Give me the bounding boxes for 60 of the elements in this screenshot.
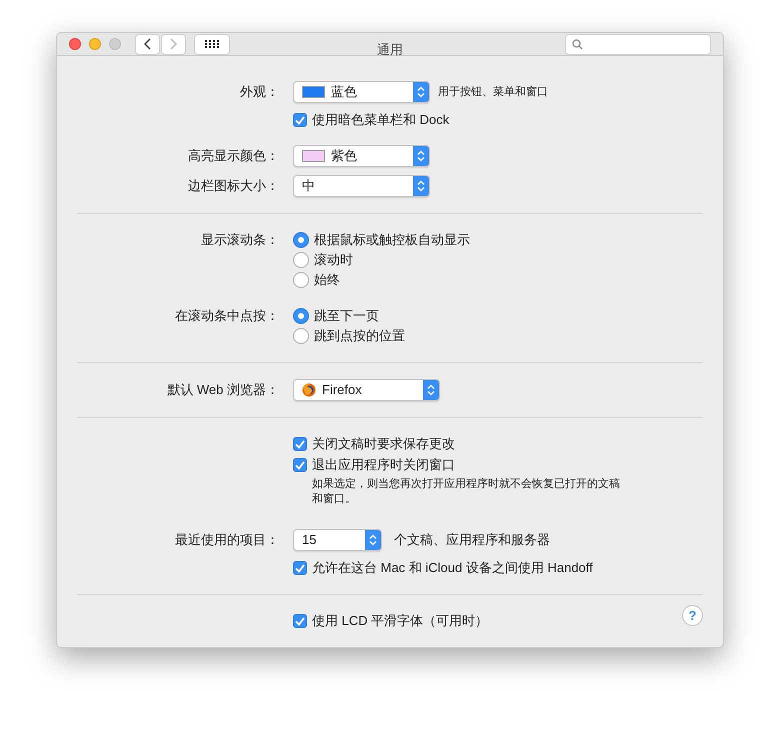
stepper-arrows-icon [365, 530, 381, 550]
checkbox[interactable] [293, 614, 307, 628]
popup-value: 15 [302, 531, 316, 550]
checkmark-icon [295, 460, 305, 470]
radio-button[interactable] [293, 252, 309, 268]
radio-option[interactable]: 跳到点按的位置 [293, 326, 405, 346]
radio-button[interactable] [293, 308, 309, 324]
popup-value: 中 [302, 177, 315, 196]
checkbox-option[interactable]: 允许在这台 Mac 和 iCloud 设备之间使用 Handoff [293, 558, 593, 578]
checkmark-icon [295, 440, 305, 448]
checkbox-option[interactable]: 关闭文稿时要求保存更改 [293, 434, 455, 454]
setting-label: 高亮显示颜色： [188, 147, 279, 166]
radio-button[interactable] [293, 328, 309, 344]
popup-caption: 个文稿、应用程序和服务器 [394, 531, 550, 550]
setting-label: 最近使用的项目： [175, 531, 279, 550]
radio-button[interactable] [293, 272, 309, 288]
radio-option[interactable]: 根据鼠标或触控板自动显示 [293, 230, 470, 250]
popup-caption: 用于按钮、菜单和窗口 [438, 84, 548, 100]
setting-label: 外观： [240, 83, 279, 102]
show-all-button[interactable] [194, 34, 230, 54]
help-text: 如果选定，则当您再次打开应用程序时就不会恢复已打开的文稿和窗口。 [312, 477, 621, 507]
checkbox[interactable] [293, 458, 307, 472]
checkbox-option[interactable]: 使用 LCD 平滑字体（可用时） [293, 611, 488, 631]
stepper-arrows-icon [423, 380, 439, 400]
chevron-left-icon [144, 38, 151, 50]
stepper-arrows-icon [413, 82, 429, 102]
radio-button[interactable] [293, 232, 309, 248]
checkmark-icon [295, 616, 305, 626]
checkbox[interactable] [293, 561, 307, 575]
popup-menu[interactable]: 中 [293, 175, 430, 197]
checkbox-option[interactable]: 使用暗色菜单栏和 Dock [293, 110, 450, 130]
checkbox[interactable] [293, 113, 307, 127]
grid-icon [205, 40, 219, 48]
popup-menu[interactable]: 蓝色 [293, 81, 430, 103]
browser-globe-icon [302, 383, 316, 397]
checkbox-option[interactable]: 退出应用程序时关闭窗口 [293, 455, 455, 475]
setting-label: 边栏图标大小： [188, 177, 279, 196]
back-button[interactable] [135, 34, 160, 54]
radio-option[interactable]: 滚动时 [293, 250, 470, 270]
popup-menu[interactable]: 15 [293, 529, 382, 551]
popup-value: 紫色 [331, 147, 357, 166]
popup-menu[interactable]: 紫色 [293, 145, 430, 167]
setting-label: 在滚动条中点按： [175, 307, 279, 326]
radio-option[interactable]: 始终 [293, 270, 470, 290]
checkbox[interactable] [293, 437, 307, 451]
stepper-arrows-icon [413, 146, 429, 166]
chevron-right-icon [170, 38, 177, 50]
search-field[interactable] [565, 34, 711, 54]
setting-label: 默认 Web 浏览器： [167, 381, 279, 400]
stepper-arrows-icon [413, 176, 429, 196]
popup-value: Firefox [322, 381, 362, 400]
close-button[interactable] [69, 38, 81, 50]
search-icon [572, 38, 583, 50]
window-title: 通用 [377, 41, 403, 59]
popup-value: 蓝色 [331, 83, 357, 102]
setting-label: 显示滚动条： [201, 231, 279, 250]
radio-option[interactable]: 跳至下一页 [293, 306, 405, 326]
checkmark-icon [295, 116, 305, 124]
popup-menu[interactable]: Firefox [293, 379, 440, 401]
checkmark-icon [295, 564, 305, 572]
